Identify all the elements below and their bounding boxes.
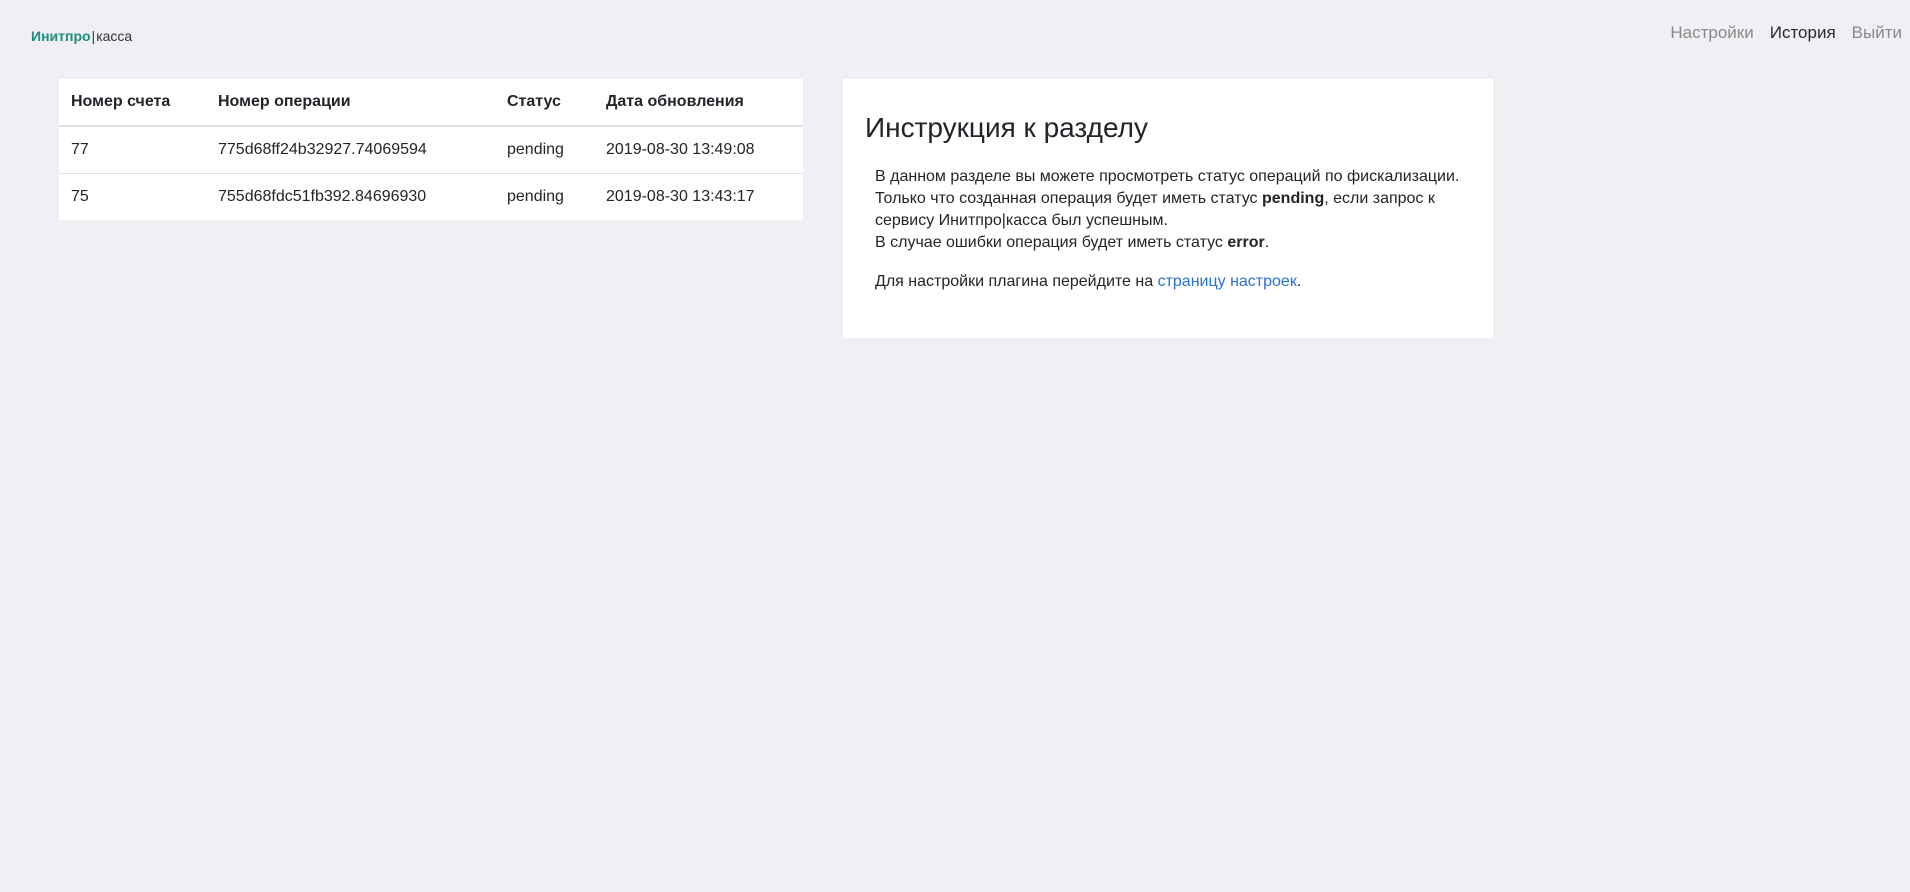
status-pending-label: pending [1262,190,1325,207]
instructions-status-paragraph: В данном разделе вы можете просмотреть с… [875,166,1461,254]
cell-status: pending [507,188,564,205]
cell-operation: 775d68ff24b32927.74069594 [206,126,495,174]
instructions-card: Инструкция к разделу В данном разделе вы… [843,79,1493,338]
cell-updated: 2019-08-30 13:49:08 [594,126,803,174]
cell-updated: 2019-08-30 13:43:17 [606,188,755,205]
nav-history-link[interactable]: История [1762,22,1844,44]
table-header-row: Номер счета Номер операции Статус Дата о… [59,79,803,127]
top-navigation: Настройки История Выйти [1662,22,1910,44]
instructions-title: Инструкция к разделу [865,112,1148,143]
logo[interactable]: Инитпро|касса [31,28,132,44]
instructions-text: . [1264,234,1270,251]
history-table: Номер счета Номер операции Статус Дата о… [59,79,803,220]
column-header-invoice: Номер счета [59,79,206,127]
logo-separator: | [91,28,96,44]
instructions-settings-paragraph: Для настройки плагина перейдите на стран… [875,271,1461,293]
nav-settings-link[interactable]: Настройки [1662,22,1761,44]
history-table-card: Номер счета Номер операции Статус Дата о… [59,79,803,220]
instructions-text: . [1296,273,1302,290]
cell-status: pending [495,126,594,174]
table-row: 75 755d68fdc51fb392.84696930 pending 201… [59,174,803,221]
cell-invoice: 75 [71,188,89,205]
status-error-label: error [1227,234,1265,251]
instructions-body: В данном разделе вы можете просмотреть с… [865,166,1471,293]
instructions-text: В случае ошибки операция будет иметь ста… [875,234,1228,251]
settings-page-link[interactable]: страницу настроек [1158,273,1297,290]
logo-brand: Инитпро [31,28,91,44]
column-header-operation: Номер операции [206,79,495,127]
instructions-text: Для настройки плагина перейдите на [875,273,1158,290]
cell-invoice: 77 [59,126,206,174]
nav-logout-link[interactable]: Выйти [1844,22,1910,44]
table-row: 77 775d68ff24b32927.74069594 pending 201… [59,126,803,174]
column-header-status: Статус [495,79,594,127]
logo-product: касса [96,28,133,44]
column-header-updated: Дата обновления [594,79,803,127]
cell-operation: 755d68fdc51fb392.84696930 [218,188,427,205]
